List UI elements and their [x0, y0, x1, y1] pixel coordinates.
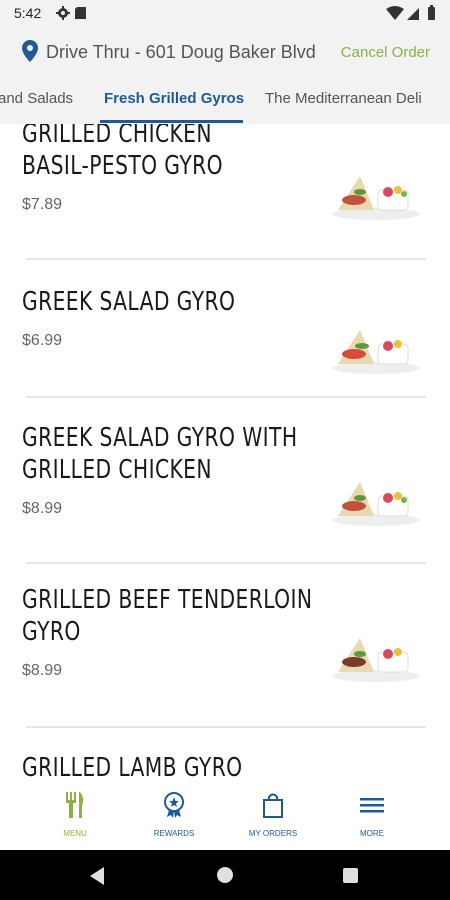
back-icon[interactable] — [90, 867, 106, 885]
nav-rewards-label: REWARDS — [153, 829, 195, 838]
bottom-nav: MENU REWARDS MY ORDERS MORE — [0, 780, 450, 850]
pickup-location[interactable]: Drive Thru - 601 Doug Baker Blvd — [46, 42, 316, 63]
nav-rewards[interactable]: REWARDS — [129, 792, 219, 838]
shopping-bag-icon — [263, 793, 283, 818]
menu-item-name-line: GRILLED CHICKEN — [22, 455, 212, 485]
nav-more[interactable]: MORE — [327, 792, 417, 838]
divider — [26, 258, 426, 260]
menu-item[interactable]: GRILLED LAMB GYRO — [0, 732, 450, 780]
status-icons-left — [56, 5, 92, 26]
menu-item-price: $8.99 — [22, 662, 63, 679]
menu-item-list[interactable]: GRILLED CHICKEN BASIL-PESTO GYRO $7.89 G… — [0, 124, 450, 780]
menu-item[interactable]: GRILLED CHICKEN BASIL-PESTO GYRO $7.89 — [0, 124, 450, 244]
menu-item[interactable]: GRILLED BEEF TENDERLOIN GYRO $8.99 — [0, 568, 450, 728]
gyro-food-image — [332, 176, 420, 220]
menu-item-price: $8.99 — [22, 500, 63, 517]
menu-item-name-line: BASIL-PESTO GYRO — [22, 151, 224, 181]
menu-item-price: $7.89 — [22, 196, 63, 213]
sd-card-icon — [75, 7, 86, 19]
hamburger-menu-icon — [360, 798, 384, 813]
menu-item-name-line: GREEK SALAD GYRO — [22, 287, 236, 317]
menu-item-price: $6.99 — [22, 332, 63, 349]
menu-item[interactable]: GREEK SALAD GYRO WITH GRILLED CHICKEN $8… — [0, 402, 450, 562]
cell-signal-icon — [407, 8, 419, 20]
tab-salads[interactable]: and Salads — [0, 90, 73, 107]
divider — [26, 726, 426, 728]
home-icon[interactable] — [217, 867, 233, 883]
divider — [26, 562, 426, 564]
menu-item[interactable]: GREEK SALAD GYRO $6.99 — [0, 264, 450, 396]
active-tab-indicator — [100, 120, 243, 123]
menu-item-name-line: GRILLED LAMB GYRO — [22, 753, 243, 780]
menu-item-name-line: GRILLED BEEF TENDERLOIN — [22, 585, 313, 615]
fork-knife-icon — [66, 792, 84, 818]
nav-my-orders-label: MY ORDERS — [248, 829, 298, 838]
recents-icon[interactable] — [343, 868, 358, 883]
status-time: 5:42 — [14, 5, 42, 21]
wifi-icon — [386, 6, 404, 20]
tab-fresh-grilled-gyros[interactable]: Fresh Grilled Gyros — [104, 90, 244, 107]
nav-more-label: MORE — [360, 829, 384, 838]
status-icons-right — [386, 5, 438, 26]
location-pin-icon — [22, 40, 38, 62]
status-bar: 5:42 — [0, 0, 450, 26]
rewards-badge-icon — [164, 792, 184, 818]
nav-menu-label: MENU — [63, 829, 87, 838]
system-nav-bar — [0, 850, 450, 900]
cancel-order-link[interactable]: Cancel Order — [341, 44, 430, 61]
battery-icon — [428, 7, 435, 20]
menu-item-name-line: GYRO — [22, 617, 81, 647]
gyro-food-image — [332, 482, 420, 526]
gyro-food-image — [332, 330, 420, 374]
nav-menu[interactable]: MENU — [30, 792, 120, 838]
category-tabs: and Salads Fresh Grilled Gyros The Medit… — [0, 78, 450, 124]
menu-item-name-line: GRILLED CHICKEN — [22, 124, 212, 149]
settings-gear-icon — [56, 6, 70, 20]
menu-item-name-line: GREEK SALAD GYRO WITH — [22, 423, 298, 453]
tab-mediterranean-deli[interactable]: The Mediterranean Deli — [265, 90, 422, 107]
divider — [26, 396, 426, 398]
location-bar: Drive Thru - 601 Doug Baker Blvd Cancel … — [0, 26, 450, 78]
gyro-food-image — [332, 638, 420, 682]
nav-my-orders[interactable]: MY ORDERS — [228, 792, 318, 838]
